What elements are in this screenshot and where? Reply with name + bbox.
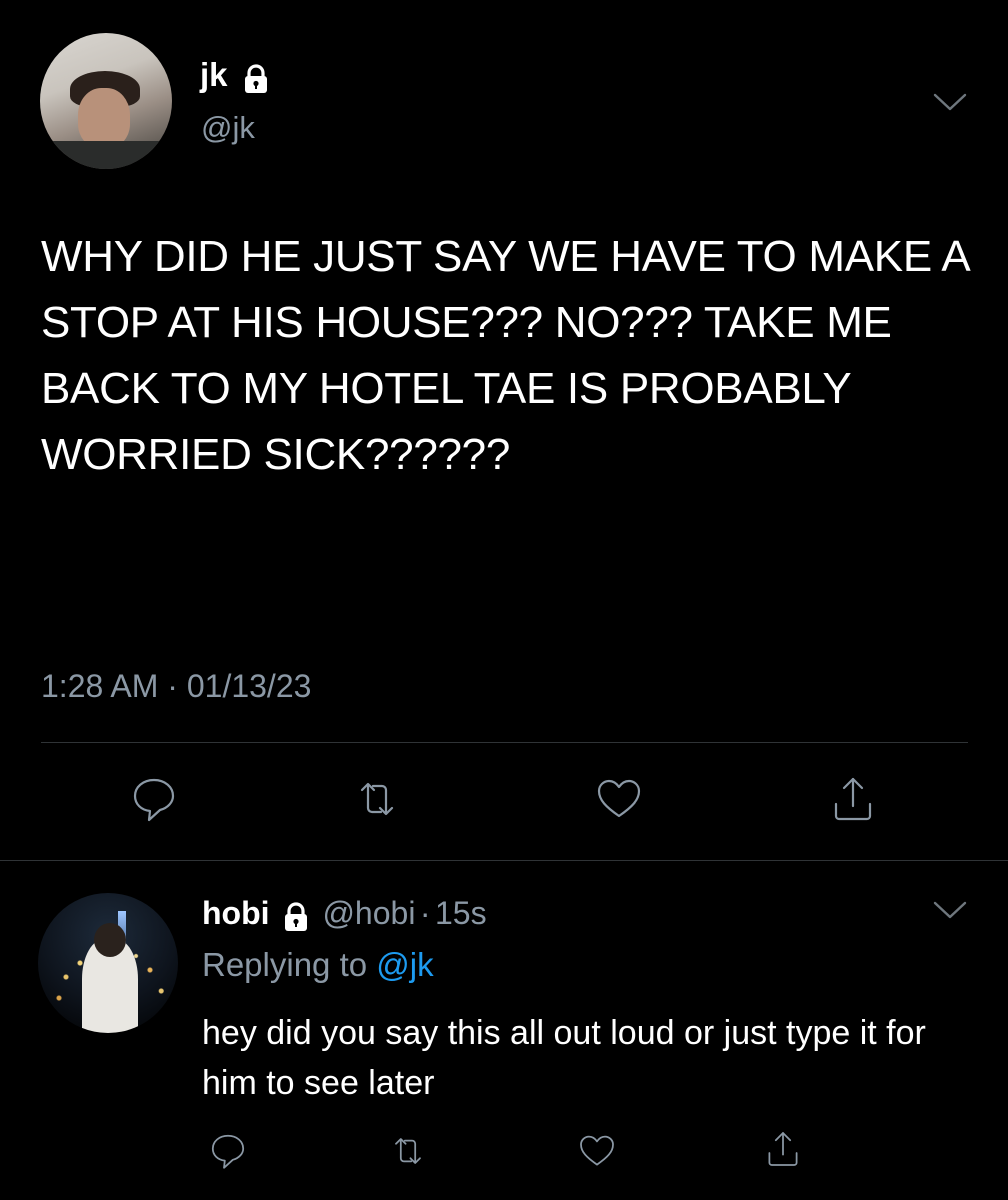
like-button[interactable] (577, 1131, 617, 1176)
reply-icon (129, 778, 179, 828)
retweet-button[interactable] (388, 1131, 428, 1176)
author-avatar[interactable] (40, 33, 172, 169)
divider (41, 742, 968, 743)
reply-author-handle[interactable]: @hobi (322, 895, 415, 931)
replying-to-label: Replying to (202, 946, 368, 983)
reply-text: hey did you say this all out loud or jus… (202, 1014, 926, 1102)
retweet-icon (352, 782, 402, 828)
reply-icon (208, 1134, 248, 1175)
chevron-down-icon[interactable] (933, 900, 967, 925)
heart-icon (577, 1135, 617, 1175)
like-button[interactable] (594, 774, 644, 829)
share-icon (763, 1132, 803, 1173)
replying-to-line: Replying to @jk (202, 944, 434, 986)
replying-to-mention[interactable]: @jk (376, 946, 433, 983)
heart-icon (594, 779, 644, 828)
share-icon (828, 777, 878, 828)
retweet-icon (388, 1138, 428, 1175)
author-handle[interactable]: @jk (201, 110, 255, 146)
share-button[interactable] (763, 1129, 803, 1174)
reply-author-name[interactable]: hobi (202, 895, 270, 931)
share-button[interactable] (828, 774, 878, 829)
reply-button[interactable] (129, 774, 179, 829)
tweet-text: WHY DID HE JUST SAY WE HAVE TO MAKE A ST… (41, 232, 968, 479)
chevron-down-icon[interactable] (933, 92, 967, 117)
reply-author-avatar[interactable] (38, 893, 178, 1033)
author-name-row[interactable]: jk (200, 56, 272, 100)
reply-time[interactable]: 15s (435, 895, 487, 931)
divider (0, 860, 1008, 861)
reply-button[interactable] (208, 1131, 248, 1176)
tweet-timestamp[interactable]: 1:28 AM · 01/13/23 (41, 666, 311, 706)
retweet-button[interactable] (352, 774, 402, 829)
reply-header: hobi @hobi · 15s (202, 893, 487, 938)
meta-separator: · (419, 895, 431, 931)
lock-icon (240, 63, 272, 100)
author-name[interactable]: jk (200, 56, 228, 93)
lock-icon (280, 901, 312, 938)
